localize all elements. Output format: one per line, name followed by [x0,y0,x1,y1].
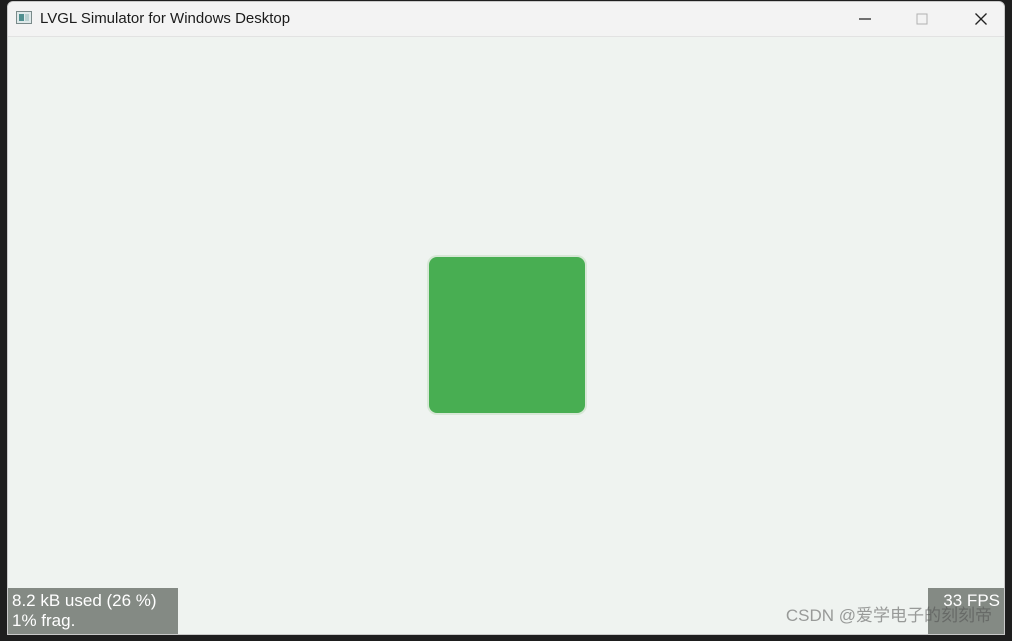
maximize-button[interactable] [899,2,945,36]
close-icon [975,13,987,25]
maximize-icon [916,13,928,25]
minimize-button[interactable] [842,2,888,36]
memory-monitor: 8.2 kB used (26 %) 1% frag. [8,588,178,634]
simulator-window: LVGL Simulator for Windows Desktop 8.2 k… [7,1,1005,635]
lvgl-canvas[interactable]: 8.2 kB used (26 %) 1% frag. 33 FPS CSDN … [8,37,1004,634]
fragmentation-label: 1% frag. [12,611,76,630]
window-title: LVGL Simulator for Windows Desktop [40,10,291,27]
app-window-icon [16,11,32,24]
title-bar[interactable]: LVGL Simulator for Windows Desktop [8,2,1004,37]
minimize-icon [859,18,871,20]
memory-used-label: 8.2 kB used (26 %) [12,591,157,610]
green-square-object[interactable] [429,257,585,413]
watermark-text: CSDN @爱学电子的刻刻帝 [785,606,992,625]
close-button[interactable] [958,2,1004,36]
